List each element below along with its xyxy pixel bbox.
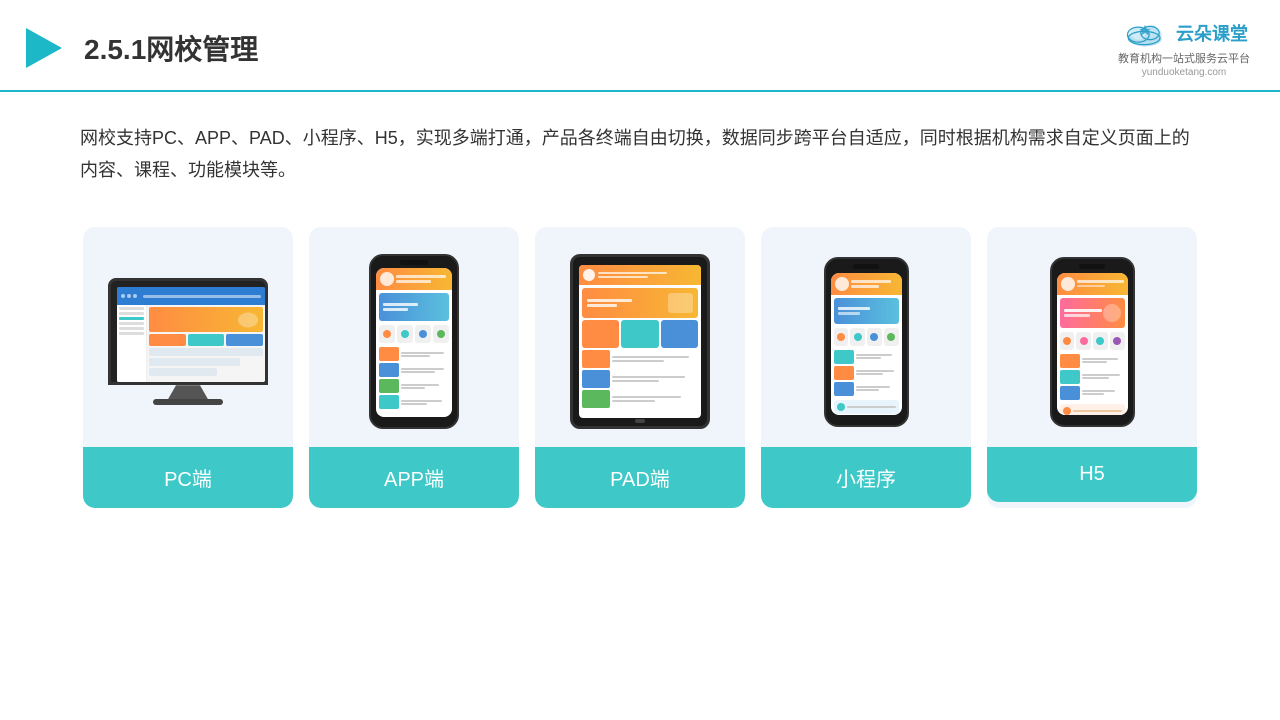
card-h5: H5 xyxy=(987,227,1197,508)
card-h5-label: H5 xyxy=(987,447,1197,502)
logo-cloud: 云朵课堂 xyxy=(1120,18,1248,48)
card-pc-image xyxy=(83,227,293,447)
header-left: 2.5.1网校管理 xyxy=(20,24,258,72)
card-app: APP端 xyxy=(309,227,519,508)
phone-mockup-app xyxy=(369,254,459,429)
page-title: 2.5.1网校管理 xyxy=(84,28,258,68)
header: 2.5.1网校管理 云朵课堂 教育机构一站式服务云平台 yunduoketang… xyxy=(0,0,1280,92)
cards-container: PC端 xyxy=(0,207,1280,538)
card-pad-label: PAD端 xyxy=(535,447,745,508)
phone-mockup-h5 xyxy=(1050,257,1135,427)
tablet-mockup xyxy=(570,254,710,429)
cloud-logo-icon xyxy=(1120,18,1170,48)
monitor-mockup xyxy=(108,278,268,405)
card-mini-label: 小程序 xyxy=(761,447,971,508)
card-pc: PC端 xyxy=(83,227,293,508)
logo-tagline: 教育机构一站式服务云平台 xyxy=(1118,50,1250,66)
card-pc-label: PC端 xyxy=(83,447,293,508)
description-text: 网校支持PC、APP、PAD、小程序、H5，实现多端打通，产品各终端自由切换，数… xyxy=(0,92,1280,207)
card-app-label: APP端 xyxy=(309,447,519,508)
phone-mockup-mini xyxy=(824,257,909,427)
card-pad-image xyxy=(535,227,745,447)
logo-url: yunduoketang.com xyxy=(1142,67,1227,78)
card-mini-image xyxy=(761,227,971,447)
card-h5-image xyxy=(987,227,1197,447)
logo-text: 云朵课堂 xyxy=(1176,20,1248,46)
play-icon xyxy=(20,24,68,72)
logo-area: 云朵课堂 教育机构一站式服务云平台 yunduoketang.com xyxy=(1118,18,1250,78)
card-mini: 小程序 xyxy=(761,227,971,508)
card-pad: PAD端 xyxy=(535,227,745,508)
card-app-image xyxy=(309,227,519,447)
